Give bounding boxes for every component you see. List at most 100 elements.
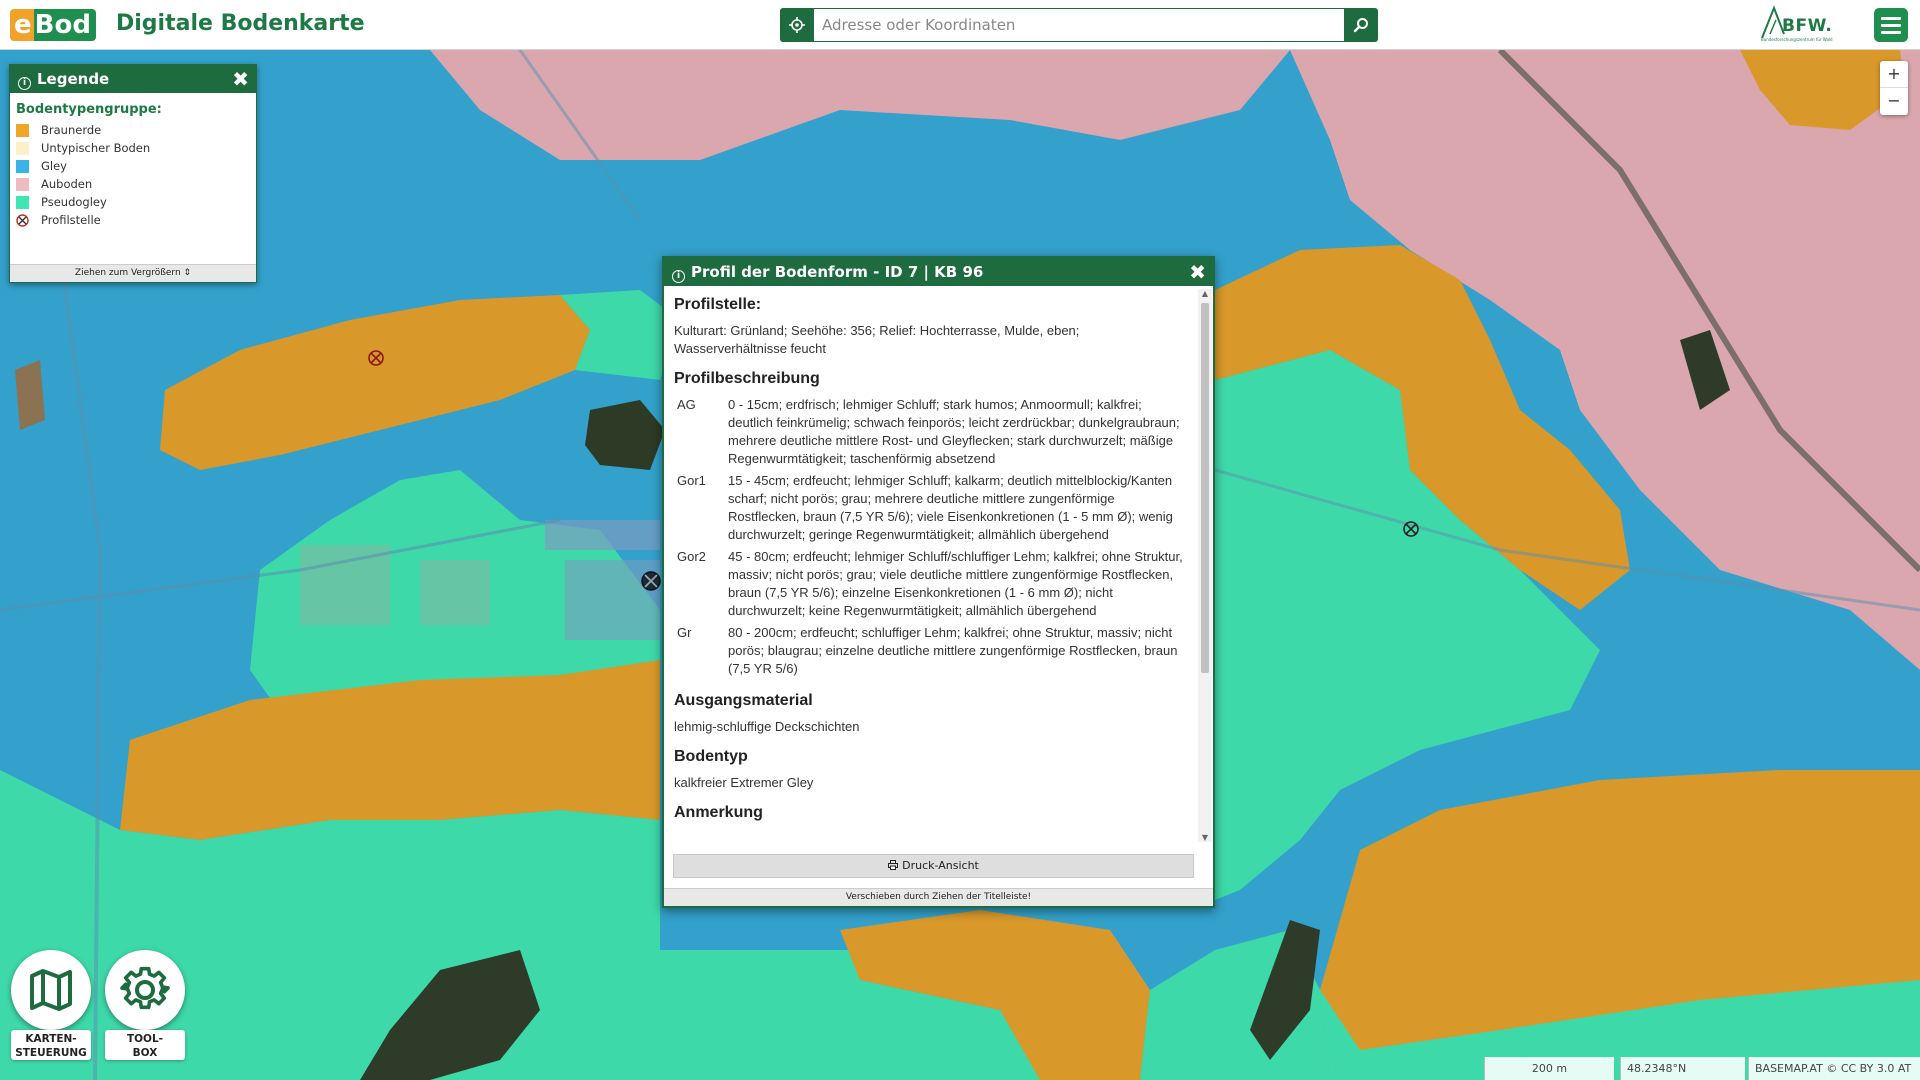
menu-line [1881, 23, 1901, 27]
building [300, 545, 390, 625]
legend-item-profilstelle: Profilstelle [10, 211, 256, 229]
horizon-table: AG 0 - 15cm; erdfrisch; lehmiger Schluff… [674, 396, 1183, 682]
hamburger-menu-button[interactable] [1874, 8, 1908, 42]
map-control-circle[interactable] [11, 950, 91, 1030]
profilstelle-heading: Profilstelle: [674, 296, 762, 313]
ebod-logo[interactable]: e Bod [10, 9, 96, 41]
printer-icon [888, 860, 899, 870]
table-row: Gor2 45 - 80cm; erdfeucht; lehmiger Schl… [674, 548, 1183, 624]
legend-resize-handle[interactable]: Ziehen zum Vergrößern ⇕ [10, 264, 256, 282]
scale-bar-label: 200 m [1531, 1062, 1568, 1075]
scroll-up-icon[interactable]: ▲ [1198, 289, 1212, 298]
search-button[interactable] [1344, 8, 1378, 42]
bfw-logo-text: BFW. [1782, 16, 1833, 36]
horizon-code: Gr [677, 625, 692, 640]
legend-item-label: Pseudogley [41, 195, 107, 209]
building [545, 520, 660, 550]
legend-title: Legende [37, 70, 110, 88]
toolbox-label-text: TOOL- BOX [126, 1033, 164, 1059]
legend-item-label: Gley [41, 159, 67, 173]
horizon-code: Gor2 [677, 549, 706, 564]
horizon-description: 15 - 45cm; erdfeucht; lehmiger Schluff; … [728, 473, 1173, 542]
building [420, 560, 490, 625]
legend-item-label: Braunerde [41, 123, 102, 137]
profile-marker-selected[interactable] [641, 571, 661, 591]
toolbox-button[interactable]: TOOL- BOX [105, 950, 185, 1060]
anmerkung-heading: Anmerkung [674, 804, 763, 821]
legend-subtitle: Bodentypengruppe: [16, 102, 162, 117]
zoom-out-button[interactable]: − [1880, 88, 1908, 115]
legend-item-gley: Gley [10, 157, 256, 175]
field-patch [15, 360, 45, 430]
profile-marker-icon [16, 213, 29, 227]
table-row: AG 0 - 15cm; erdfrisch; lehmiger Schluff… [674, 396, 1183, 472]
ausgangsmaterial-text: lehmig-schluffige Deckschichten [674, 719, 860, 734]
app-title: Digitale Bodenkarte [116, 11, 365, 36]
legend-swatch [16, 141, 29, 155]
profilstelle-text: Kulturart: Grünland; Seehöhe: 356; Relie… [674, 323, 1080, 356]
search-icon [1353, 18, 1368, 33]
map-control-label: KARTEN- STEUERUNG [11, 1030, 91, 1060]
menu-line [1881, 16, 1901, 20]
info-icon: i [672, 270, 685, 283]
search-bar [780, 8, 1378, 42]
coordinate-text: 48.2348°N 13.7814°E [1627, 1062, 1687, 1075]
legend-item-braunerde: Braunerde [10, 121, 256, 139]
bodentyp-heading: Bodentyp [674, 748, 748, 765]
legend-item-label: Auboden [41, 177, 93, 191]
map-control-label-text: KARTEN- STEUERUNG [15, 1033, 87, 1059]
horizon-code: Gor1 [677, 473, 706, 488]
horizon-description: 0 - 15cm; erdfrisch; lehmiger Schluff; s… [728, 397, 1180, 466]
toolbox-label: TOOL- BOX [105, 1030, 185, 1060]
gear-icon [120, 966, 170, 1010]
horizon-description: 45 - 80cm; erdfeucht; lehmiger Schluff/s… [728, 549, 1183, 618]
legend-swatch [16, 195, 29, 209]
legend-item-pseudogley: Pseudogley [10, 193, 256, 211]
toolbox-circle[interactable] [105, 950, 185, 1030]
logo-bod: Bod [33, 9, 96, 41]
building [565, 560, 660, 640]
info-icon: i [18, 77, 31, 90]
top-bar: eBod Digitale Bodenkarte BFW. Bundesfors… [0, 0, 1920, 50]
legend-item-auboden: Auboden [10, 175, 256, 193]
attribution-text[interactable]: BASEMAP.AT © CC BY 3.0 AT [1755, 1062, 1911, 1075]
bodentyp-text: kalkfreier Extremer Gley [674, 775, 814, 790]
popup-header[interactable]: i Profil der Bodenform - ID 7 | KB 96 ✖ [664, 258, 1213, 286]
bfw-logo-subtext: Bundesforschungszentrum für Wald [1761, 37, 1833, 42]
search-input[interactable] [814, 8, 1344, 42]
crosshair-icon [789, 17, 805, 33]
scale-bar: 200 m [1484, 1057, 1614, 1080]
popup-drag-hint: Verschieben durch Ziehen der Titelleiste… [664, 888, 1213, 906]
print-view-button[interactable]: Druck-Ansicht [673, 854, 1194, 878]
scroll-down-icon[interactable]: ▼ [1198, 833, 1212, 842]
profilbeschreibung-heading: Profilbeschreibung [674, 370, 820, 387]
attribution[interactable]: BASEMAP.AT © CC BY 3.0 AT [1748, 1057, 1920, 1080]
horizon-description: 80 - 200cm; erdfeucht; schluffiger Lehm;… [728, 625, 1178, 676]
ausgangsmaterial-heading: Ausgangsmaterial [674, 692, 813, 709]
scroll-thumb[interactable] [1201, 303, 1209, 673]
legend-swatch [16, 177, 29, 191]
locate-button[interactable] [780, 8, 814, 42]
map-icon [30, 969, 72, 1011]
legend-item-label: Profilstelle [41, 213, 101, 227]
profile-popup: i Profil der Bodenform - ID 7 | KB 96 ✖ P… [662, 256, 1215, 908]
legend-item-label: Untypischer Boden [41, 141, 151, 155]
menu-line [1881, 30, 1901, 34]
print-view-label: Druck-Ansicht [902, 859, 979, 872]
zoom-in-button[interactable]: + [1880, 61, 1908, 88]
popup-scrollbar[interactable]: ▲ ▼ [1198, 289, 1212, 842]
legend-panel: i Legende ✖ Bodentypengruppe: Braunerde U… [9, 64, 257, 283]
legend-item-untypischer-boden: Untypischer Boden [10, 139, 256, 157]
table-row: Gor1 15 - 45cm; erdfeucht; lehmiger Schl… [674, 472, 1183, 548]
legend-close-icon[interactable]: ✖ [232, 65, 249, 93]
table-row: Gr 80 - 200cm; erdfeucht; schluffiger Le… [674, 624, 1183, 682]
legend-header[interactable]: i Legende ✖ [10, 65, 256, 93]
zoom-control: + − [1880, 61, 1908, 115]
map-control-button[interactable]: KARTEN- STEUERUNG [11, 950, 91, 1060]
horizon-code: AG [677, 397, 696, 412]
legend-swatch [16, 123, 29, 137]
popup-content[interactable]: Profilstelle: Kulturart: Grünland; Seehö… [664, 286, 1198, 845]
popup-title: Profil der Bodenform - ID 7 | KB 96 [691, 263, 984, 281]
logo-e: e [10, 9, 34, 41]
popup-close-icon[interactable]: ✖ [1189, 258, 1206, 286]
